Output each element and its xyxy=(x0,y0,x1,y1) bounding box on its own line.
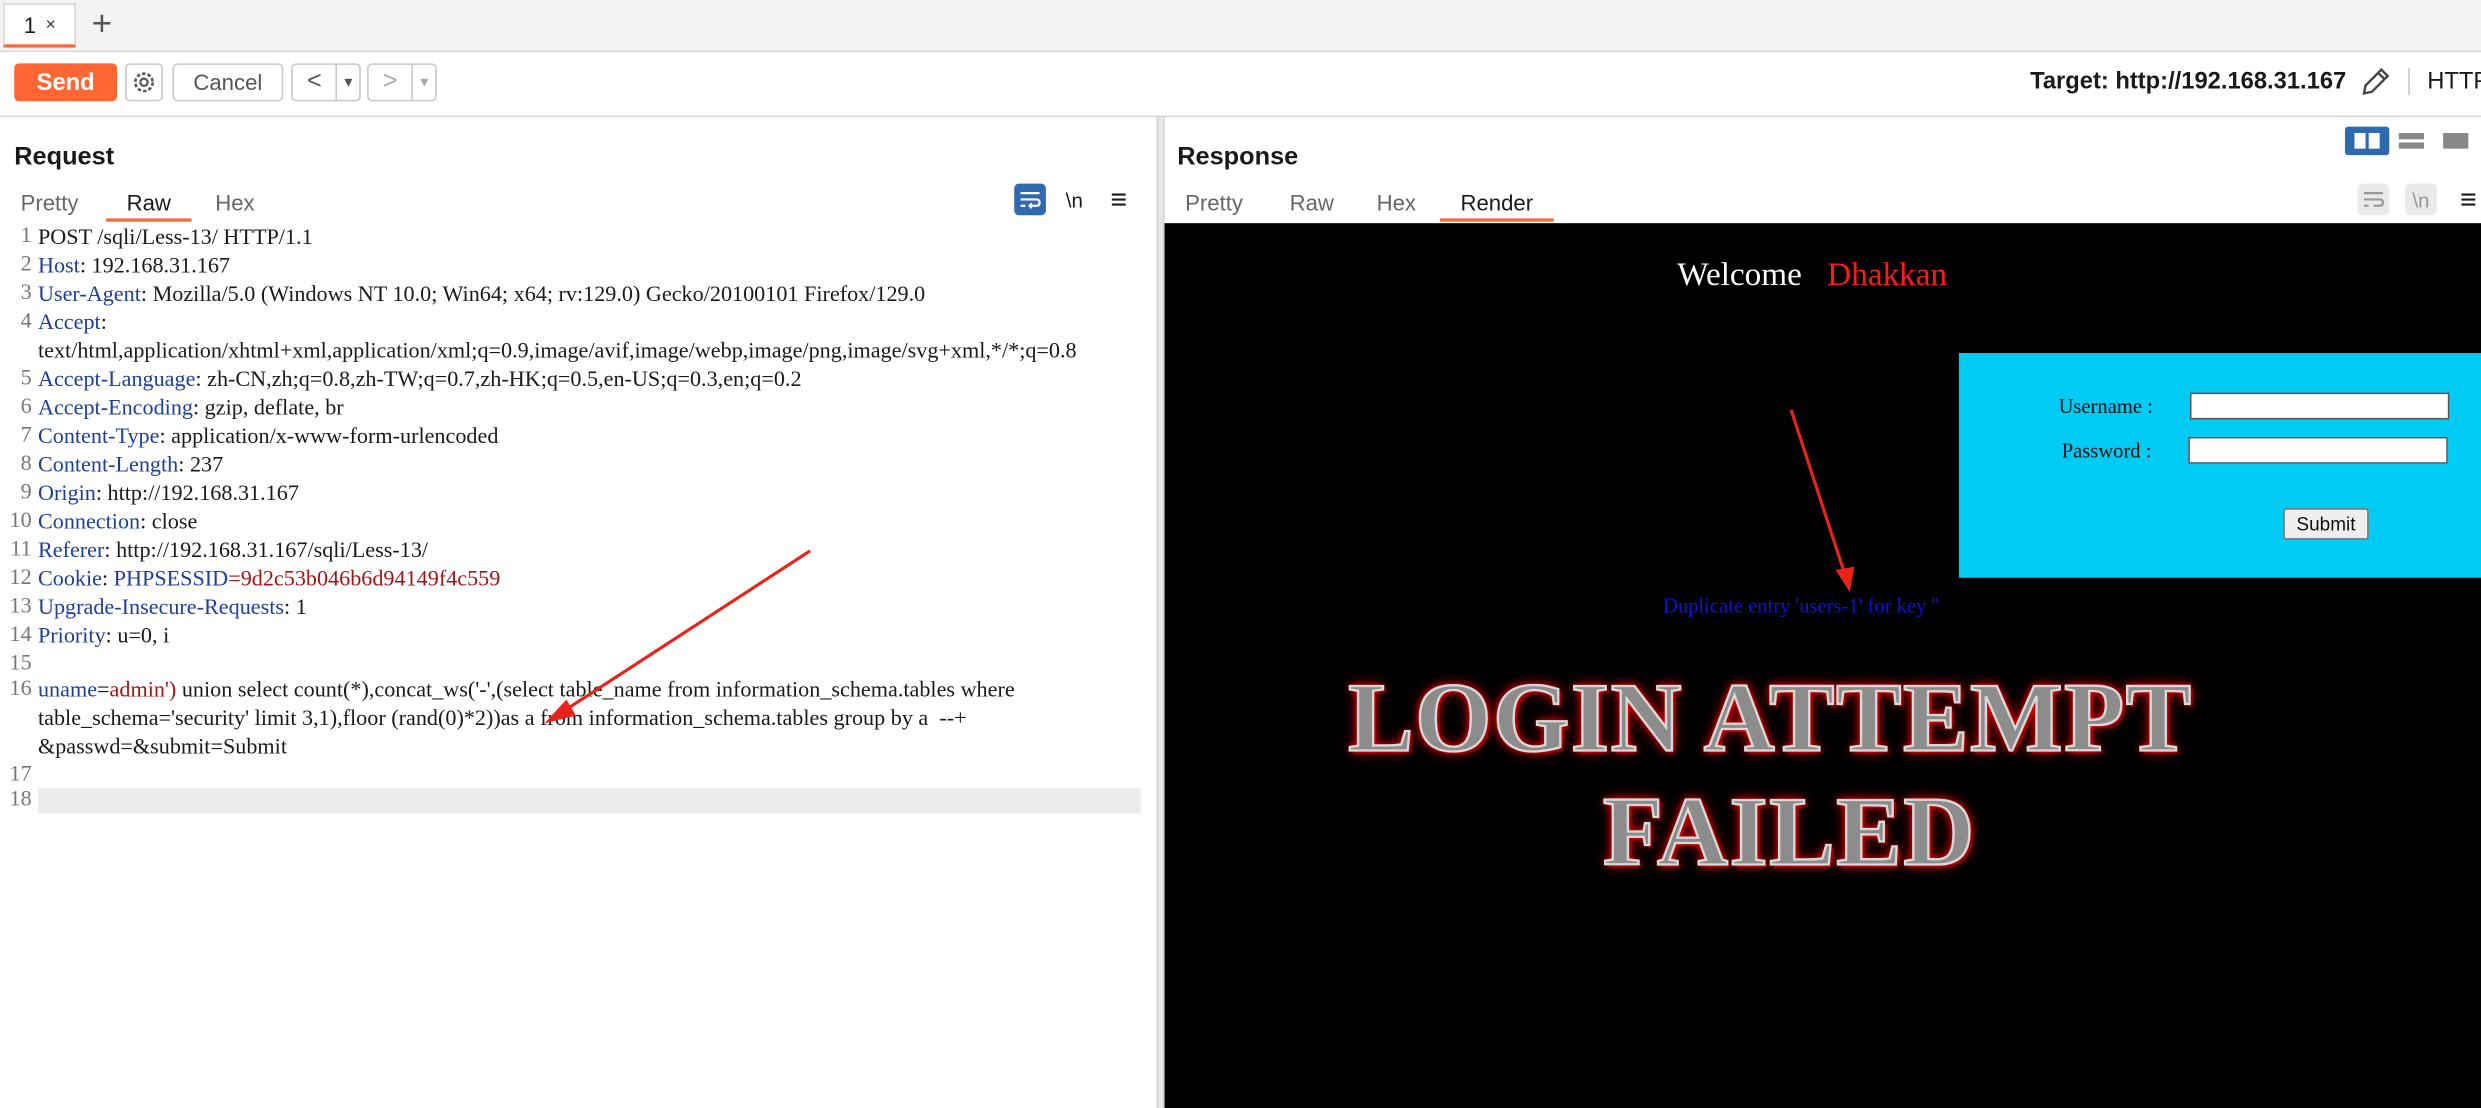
request-pane: Request Pretty Raw Hex \n ≡ 1 POST /sqli/… xyxy=(0,117,1157,1108)
layout-stacked-button[interactable] xyxy=(2389,127,2433,155)
pane-splitter[interactable] xyxy=(1156,117,1165,1108)
newline-toggle[interactable]: \n xyxy=(2405,183,2437,216)
response-title: Response xyxy=(1177,144,1299,171)
add-tab-icon[interactable]: + xyxy=(92,4,112,43)
repeater-tab-1[interactable]: 1 × xyxy=(3,3,77,48)
tab-pretty[interactable]: Pretty xyxy=(1165,187,1264,219)
menu-icon[interactable]: ≡ xyxy=(2453,183,2481,216)
target-label: Target: http://192.168.31.167 xyxy=(2030,68,2347,95)
tab-raw[interactable]: Raw xyxy=(1269,187,1354,219)
tab-label: 1 xyxy=(23,11,37,38)
layout-side-by-side-button[interactable] xyxy=(2344,126,2390,156)
rows-icon xyxy=(2398,132,2425,149)
single-pane-icon xyxy=(2443,132,2469,149)
layout-switcher xyxy=(2344,126,2478,156)
forward-button[interactable]: > xyxy=(369,65,412,100)
back-button-group: < ▾ xyxy=(291,63,361,102)
gear-icon xyxy=(134,72,154,93)
columns-icon xyxy=(2354,132,2380,149)
layout-single-button[interactable] xyxy=(2434,127,2478,155)
response-view-icons: \n ≡ xyxy=(2357,183,2481,216)
tab-strip: 1 × + xyxy=(0,0,2481,53)
back-button[interactable]: < xyxy=(293,65,336,100)
annotation-arrow xyxy=(544,549,811,724)
cancel-button[interactable]: Cancel xyxy=(172,63,284,102)
back-history-dropdown[interactable]: ▾ xyxy=(335,64,359,100)
forward-history-dropdown[interactable]: ▾ xyxy=(411,64,435,100)
forward-button-group: > ▾ xyxy=(367,63,437,102)
edit-target-icon[interactable] xyxy=(2358,65,2393,100)
close-icon[interactable]: × xyxy=(46,15,56,34)
http-protocol-label[interactable]: HTTP/ xyxy=(2408,68,2481,95)
send-button[interactable]: Send xyxy=(14,63,118,102)
toolbar: Send Cancel < ▾ > ▾ Target: http://192.1… xyxy=(0,52,2481,118)
rendered-page: Welcome Dhakkan Username : Password : Sub… xyxy=(1164,223,2481,1108)
tab-hex[interactable]: Hex xyxy=(1356,187,1437,219)
settings-button[interactable] xyxy=(125,63,163,102)
response-pane: Response Pretty Raw Hex Render \n ≡ Welc… xyxy=(1164,117,2481,1108)
tab-render[interactable]: Render xyxy=(1439,187,1554,222)
annotation-arrow xyxy=(1789,409,1855,593)
word-wrap-toggle[interactable] xyxy=(2357,183,2390,216)
wrap-icon xyxy=(2363,192,2385,207)
